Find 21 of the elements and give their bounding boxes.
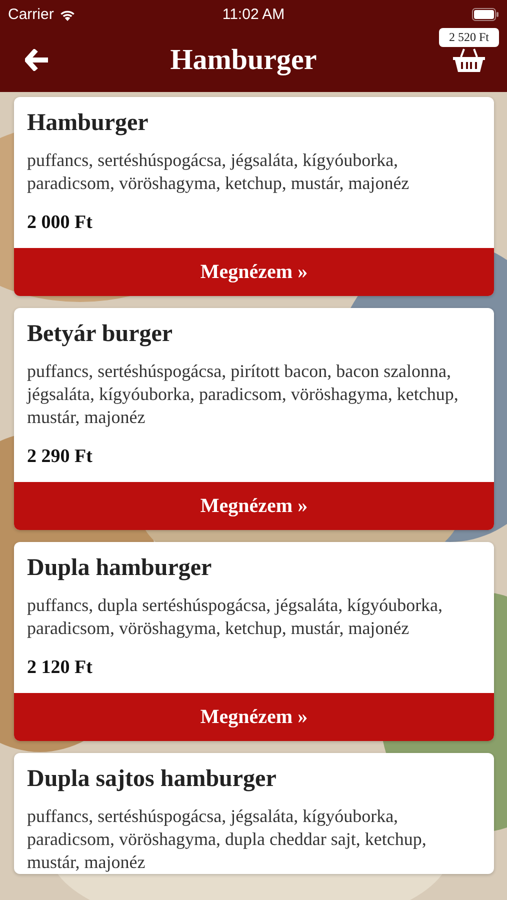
view-button[interactable]: Megnézem »: [14, 693, 494, 741]
product-price: 2 000 Ft: [26, 211, 94, 235]
view-button[interactable]: Megnézem »: [14, 248, 494, 296]
product-price: 2 120 Ft: [26, 656, 94, 680]
product-description: puffancs, dupla sertéshúspogácsa, jégsaláta, kígyóuborka, paradicsom, vöröshagyma, ketchup, mustár, majonéz: [26, 594, 444, 640]
product-price: 2 290 Ft: [26, 445, 94, 469]
product-description: puffancs, sertéshúspogácsa, pirított bacon, bacon szalonna, jégsaláta, kígyóuborka, paradicsom, vöröshagyma, ketchup, mustár, majonéz: [26, 360, 460, 429]
back-arrow-icon[interactable]: [25, 49, 49, 71]
battery-icon: [472, 8, 499, 20]
product-description: puffancs, sertéshúspogácsa, jégsaláta, kígyóuborka, paradicsom, vöröshagyma, ketchup, mustár, majonéz: [26, 149, 410, 195]
product-name: Hamburger: [26, 109, 150, 137]
page-title: Hamburger: [170, 44, 317, 76]
product-name: Dupla hamburger: [26, 554, 213, 582]
view-button[interactable]: Megnézem »: [14, 482, 494, 530]
carrier-label: Carrier: [8, 6, 54, 22]
product-name: Dupla sajtos hamburger: [26, 765, 278, 793]
cart-button[interactable]: 2 520 Ft: [438, 28, 499, 73]
product-description: puffancs, sertéshúspogácsa, jégsaláta, kígyóuborka, paradicsom, vöröshagyma, dupla cheddar sajt, ketchup, mustár, majonéz: [26, 805, 428, 874]
product-name: Betyár burger: [26, 320, 174, 348]
status-time: 11:02 AM: [222, 6, 285, 22]
basket-icon: [452, 47, 486, 73]
